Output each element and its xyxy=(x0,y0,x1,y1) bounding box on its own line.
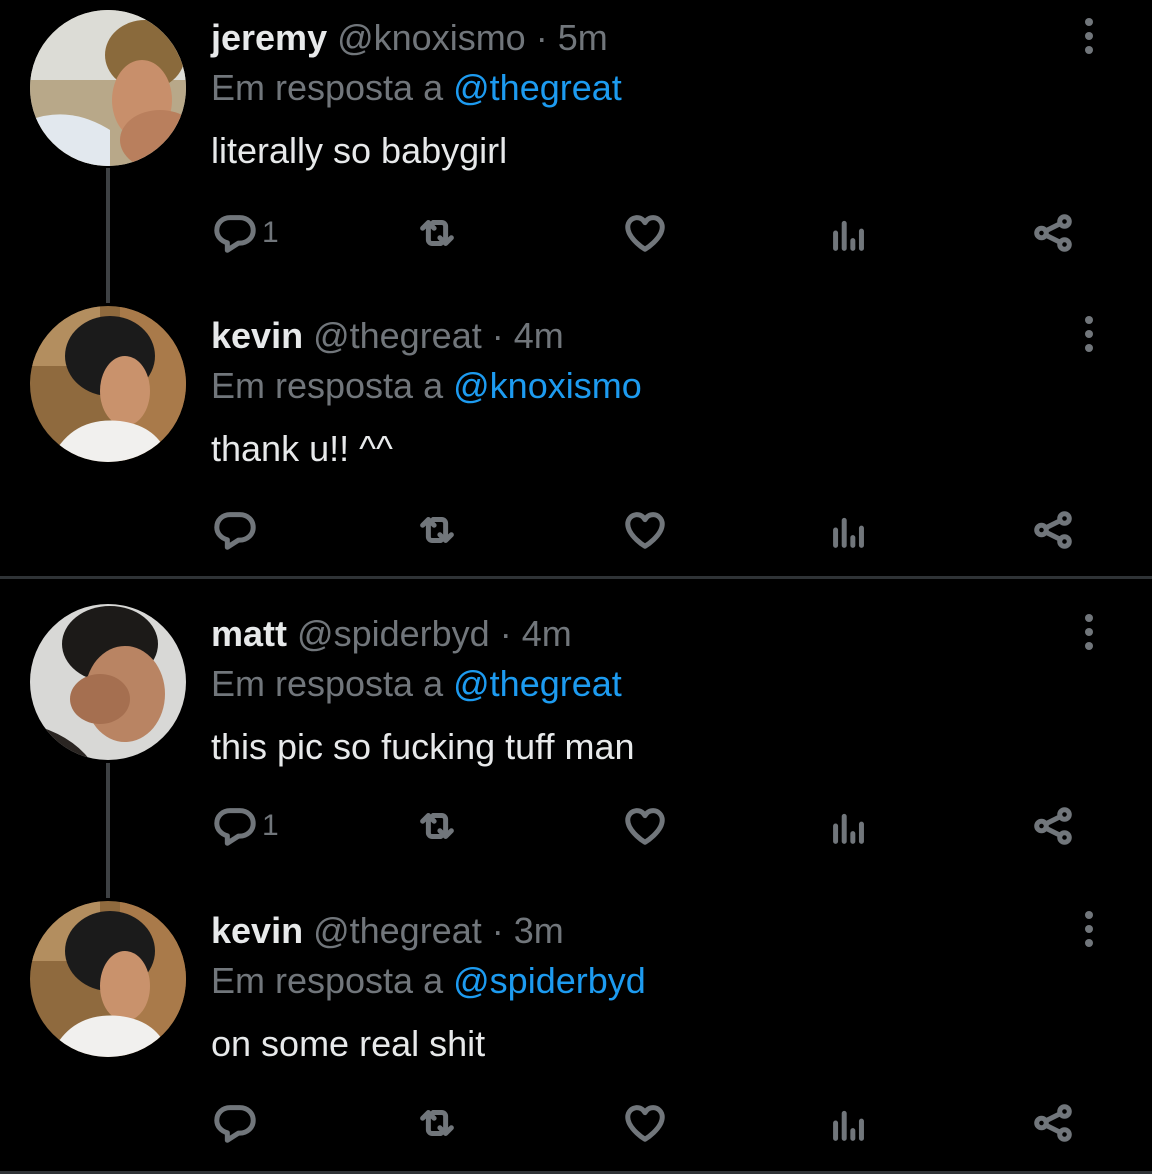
avatar[interactable] xyxy=(30,306,186,462)
tweet-header: matt @spiderbyd · 4m xyxy=(211,612,572,656)
reply-context: Em resposta a @spiderbyd xyxy=(211,959,646,1003)
more-icon[interactable] xyxy=(1074,610,1104,654)
reply-mention[interactable]: @knoxismo xyxy=(453,365,642,406)
user-handle[interactable]: @knoxismo xyxy=(337,17,526,58)
action-bar: 1 xyxy=(0,796,1152,856)
reply-button[interactable] xyxy=(212,1093,262,1153)
views-button[interactable] xyxy=(826,796,872,856)
views-button[interactable] xyxy=(826,203,872,263)
share-icon xyxy=(1034,511,1072,549)
tweet-header: kevin @thegreat · 3m xyxy=(211,909,564,953)
tweet-header: kevin @thegreat · 4m xyxy=(211,314,564,358)
display-name[interactable]: jeremy xyxy=(211,17,327,58)
user-handle[interactable]: @thegreat xyxy=(313,910,482,951)
reply-mention[interactable]: @thegreat xyxy=(453,67,622,108)
display-name[interactable]: kevin xyxy=(211,910,303,951)
reply-icon xyxy=(214,215,256,253)
retweet-button[interactable] xyxy=(414,796,460,856)
tweet-text: on some real shit xyxy=(211,1023,486,1064)
action-bar xyxy=(0,1093,1152,1153)
timestamp[interactable]: 4m xyxy=(514,315,564,356)
share-icon xyxy=(1034,214,1072,252)
like-button[interactable] xyxy=(622,203,668,263)
timestamp[interactable]: 4m xyxy=(522,613,572,654)
share-button[interactable] xyxy=(1030,500,1076,560)
action-bar xyxy=(0,500,1152,560)
reply-icon xyxy=(214,1105,256,1143)
retweet-icon xyxy=(420,219,454,247)
separator-dot: · xyxy=(535,17,548,58)
separator-dot: · xyxy=(499,613,512,654)
reply-button[interactable]: 1 xyxy=(212,203,279,263)
like-icon xyxy=(625,512,665,549)
user-handle[interactable]: @spiderbyd xyxy=(297,613,490,654)
views-icon xyxy=(833,813,864,844)
retweet-icon xyxy=(420,516,454,544)
tweet-text: literally so babygirl xyxy=(211,130,508,171)
reply-context: Em resposta a @knoxismo xyxy=(211,364,642,408)
reply-count: 1 xyxy=(262,809,279,842)
views-button[interactable] xyxy=(826,500,872,560)
avatar[interactable] xyxy=(30,10,186,166)
retweet-button[interactable] xyxy=(414,500,460,560)
timestamp[interactable]: 5m xyxy=(558,17,608,58)
reply-prefix: Em resposta a xyxy=(211,960,444,1001)
retweet-icon xyxy=(420,1109,454,1137)
retweet-button[interactable] xyxy=(414,203,460,263)
like-icon xyxy=(625,1105,665,1142)
tweet-text: thank u!! ^^ xyxy=(211,428,393,469)
display-name[interactable]: matt xyxy=(211,613,287,654)
avatar[interactable] xyxy=(30,901,186,1057)
reply-button[interactable] xyxy=(212,500,262,560)
more-icon[interactable] xyxy=(1074,14,1104,58)
share-icon xyxy=(1034,1104,1072,1142)
reply-icon xyxy=(214,808,256,846)
reply-count: 1 xyxy=(262,216,279,249)
like-button[interactable] xyxy=(622,1093,668,1153)
like-button[interactable] xyxy=(622,796,668,856)
separator-dot: · xyxy=(491,315,504,356)
share-button[interactable] xyxy=(1030,796,1076,856)
tweet-header: jeremy @knoxismo · 5m xyxy=(211,16,608,60)
views-icon xyxy=(833,220,864,251)
like-button[interactable] xyxy=(622,500,668,560)
reply-mention[interactable]: @thegreat xyxy=(453,663,622,704)
tweet[interactable]: kevin @thegreat · 4m Em resposta a @knox… xyxy=(0,298,1152,576)
more-icon[interactable] xyxy=(1074,312,1104,356)
share-button[interactable] xyxy=(1030,203,1076,263)
share-icon xyxy=(1034,807,1072,845)
more-icon[interactable] xyxy=(1074,907,1104,951)
thread-divider xyxy=(0,576,1152,579)
reply-prefix: Em resposta a xyxy=(211,365,444,406)
views-button[interactable] xyxy=(826,1093,872,1153)
avatar[interactable] xyxy=(30,604,186,760)
reply-prefix: Em resposta a xyxy=(211,663,444,704)
retweet-button[interactable] xyxy=(414,1093,460,1153)
display-name[interactable]: kevin xyxy=(211,315,303,356)
tweet[interactable]: matt @spiderbyd · 4m Em resposta a @theg… xyxy=(0,596,1152,892)
tweet-text: this pic so fucking tuff man xyxy=(211,726,635,767)
tweet[interactable]: jeremy @knoxismo · 5m Em resposta a @the… xyxy=(0,0,1152,296)
retweet-icon xyxy=(420,812,454,840)
like-icon xyxy=(625,215,665,252)
tweet[interactable]: kevin @thegreat · 3m Em resposta a @spid… xyxy=(0,893,1152,1171)
reply-mention[interactable]: @spiderbyd xyxy=(453,960,646,1001)
share-button[interactable] xyxy=(1030,1093,1076,1153)
reply-icon xyxy=(214,512,256,550)
reply-context: Em resposta a @thegreat xyxy=(211,66,622,110)
reply-context: Em resposta a @thegreat xyxy=(211,662,622,706)
action-bar: 1 xyxy=(0,203,1152,263)
views-icon xyxy=(833,517,864,548)
views-icon xyxy=(833,1110,864,1141)
separator-dot: · xyxy=(491,910,504,951)
like-icon xyxy=(625,808,665,845)
timestamp[interactable]: 3m xyxy=(514,910,564,951)
reply-prefix: Em resposta a xyxy=(211,67,444,108)
reply-button[interactable]: 1 xyxy=(212,796,279,856)
user-handle[interactable]: @thegreat xyxy=(313,315,482,356)
